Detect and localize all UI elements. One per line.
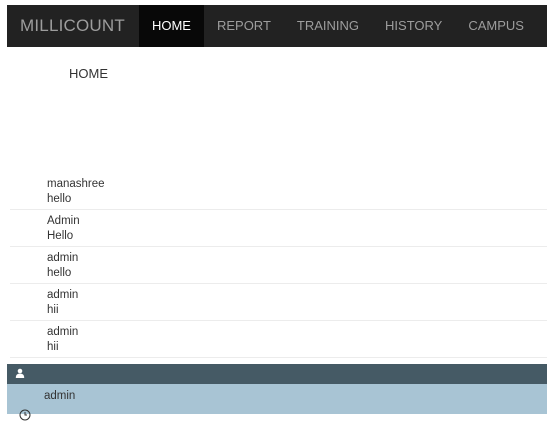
chat-header[interactable]	[7, 364, 547, 384]
message-text: hello	[47, 193, 72, 205]
message-text: hii	[47, 341, 59, 353]
message-user: Admin	[47, 215, 80, 227]
message-text: Hello	[47, 230, 74, 242]
message-text: hello	[47, 267, 72, 279]
nav-campus[interactable]: CAMPUS	[455, 5, 537, 47]
message-item: admin hii	[10, 284, 547, 321]
top-navbar: MILLICOUNT HOME REPORT TRAINING HISTORY …	[7, 5, 547, 47]
nav-home[interactable]: HOME	[138, 5, 204, 47]
chat-user-name: admin	[44, 390, 76, 402]
message-item: admin hii	[10, 321, 547, 358]
page-title: HOME	[69, 66, 108, 81]
message-item: admin hello	[10, 247, 547, 284]
brand-logo[interactable]: MILLICOUNT	[7, 5, 138, 47]
message-user: admin	[47, 252, 79, 264]
nav-training[interactable]: TRAINING	[284, 5, 372, 47]
message-user: admin	[47, 289, 79, 301]
nav-history[interactable]: HISTORY	[372, 5, 455, 47]
message-text: hii	[47, 304, 59, 316]
message-user: manashree	[47, 178, 105, 190]
message-item: manashree hello	[10, 173, 547, 210]
message-list: manashree hello Admin Hello admin hello …	[10, 173, 547, 358]
clock-icon	[19, 408, 31, 426]
chat-panel: admin	[7, 364, 547, 421]
user-icon	[15, 365, 25, 383]
message-item: Admin Hello	[10, 210, 547, 247]
nav-report[interactable]: REPORT	[204, 5, 284, 47]
message-user: admin	[47, 326, 79, 338]
